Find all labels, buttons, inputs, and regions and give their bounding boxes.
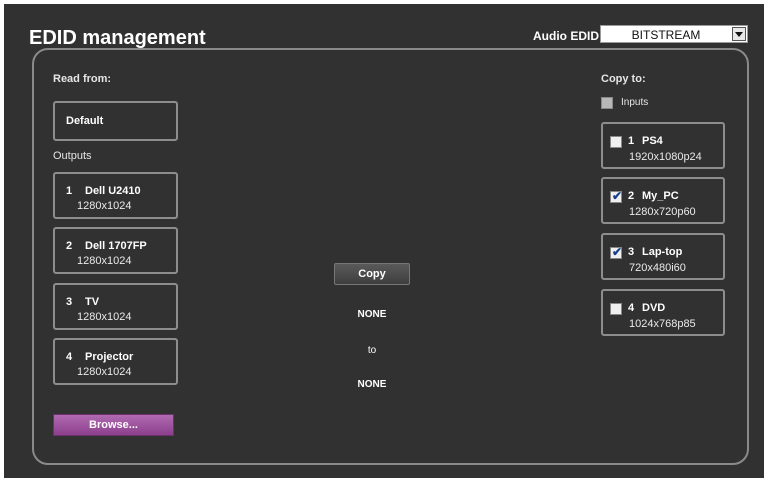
input-1-name: PS4	[642, 135, 663, 147]
inputs-select-all-checkbox[interactable]	[601, 97, 613, 109]
default-source-button[interactable]: Default	[53, 101, 178, 141]
page-title: EDID management	[29, 27, 206, 49]
inputs-label: Inputs	[621, 97, 649, 108]
output-1-num: 1	[66, 185, 73, 197]
output-2-num: 2	[66, 240, 73, 252]
output-4-name: Projector	[85, 351, 134, 363]
input-1-button[interactable]: 1 PS4 1920x1080p24	[601, 122, 725, 169]
browse-button[interactable]: Browse...	[53, 414, 174, 436]
input-2-checkbox[interactable]: ✔	[610, 189, 623, 203]
input-4-checkbox[interactable]	[610, 303, 622, 315]
outputs-label: Outputs	[53, 150, 92, 162]
output-2-button[interactable]: 2 Dell 1707FP 1280x1024	[53, 227, 178, 274]
input-4-name: DVD	[642, 302, 666, 314]
output-1-name: Dell U2410	[85, 185, 141, 197]
input-2-name: My_PC	[642, 190, 679, 202]
copy-to-connector: to	[367, 345, 377, 356]
audio-edid-select[interactable]: BITSTREAM	[600, 25, 748, 43]
input-2-button[interactable]: ✔ 2 My_PC 1280x720p60	[601, 177, 725, 224]
input-4-num: 4	[628, 302, 635, 314]
input-2-res: 1280x720p60	[629, 206, 696, 218]
input-1-checkbox[interactable]	[610, 136, 622, 148]
output-2-res: 1280x1024	[77, 255, 132, 267]
output-1-button[interactable]: 1 Dell U2410 1280x1024	[53, 172, 178, 219]
output-3-num: 3	[66, 296, 73, 308]
copy-target-value: NONE	[357, 379, 387, 390]
output-4-button[interactable]: 4 Projector 1280x1024	[53, 338, 178, 385]
copy-source-value: NONE	[357, 309, 387, 320]
input-1-res: 1920x1080p24	[629, 151, 702, 163]
input-4-res: 1024x768p85	[629, 318, 696, 330]
audio-edid-label: Audio EDID	[533, 29, 599, 43]
input-3-button[interactable]: ✔ 3 Lap-top 720x480i60	[601, 233, 725, 280]
input-4-button[interactable]: 4 DVD 1024x768p85	[601, 289, 725, 336]
input-3-checkbox[interactable]: ✔	[610, 245, 623, 259]
copy-to-label: Copy to:	[601, 73, 646, 85]
output-2-name: Dell 1707FP	[85, 240, 147, 252]
input-3-name: Lap-top	[642, 246, 683, 258]
output-3-button[interactable]: 3 TV 1280x1024	[53, 283, 178, 330]
output-4-num: 4	[66, 351, 73, 363]
input-2-num: 2	[628, 190, 635, 202]
audio-edid-value: BITSTREAM	[631, 28, 701, 42]
output-1-res: 1280x1024	[77, 200, 132, 212]
input-1-num: 1	[628, 135, 635, 147]
input-3-num: 3	[628, 246, 635, 258]
output-3-res: 1280x1024	[77, 311, 132, 323]
default-label: Default	[66, 115, 104, 127]
checkmark-icon: ✔	[612, 245, 623, 259]
copy-button[interactable]: Copy	[334, 263, 410, 285]
output-4-res: 1280x1024	[77, 366, 132, 378]
checkmark-icon: ✔	[612, 189, 623, 203]
output-3-name: TV	[85, 296, 100, 308]
input-3-res: 720x480i60	[629, 262, 686, 274]
chevron-down-icon[interactable]	[732, 27, 746, 41]
read-from-label: Read from:	[53, 73, 112, 85]
